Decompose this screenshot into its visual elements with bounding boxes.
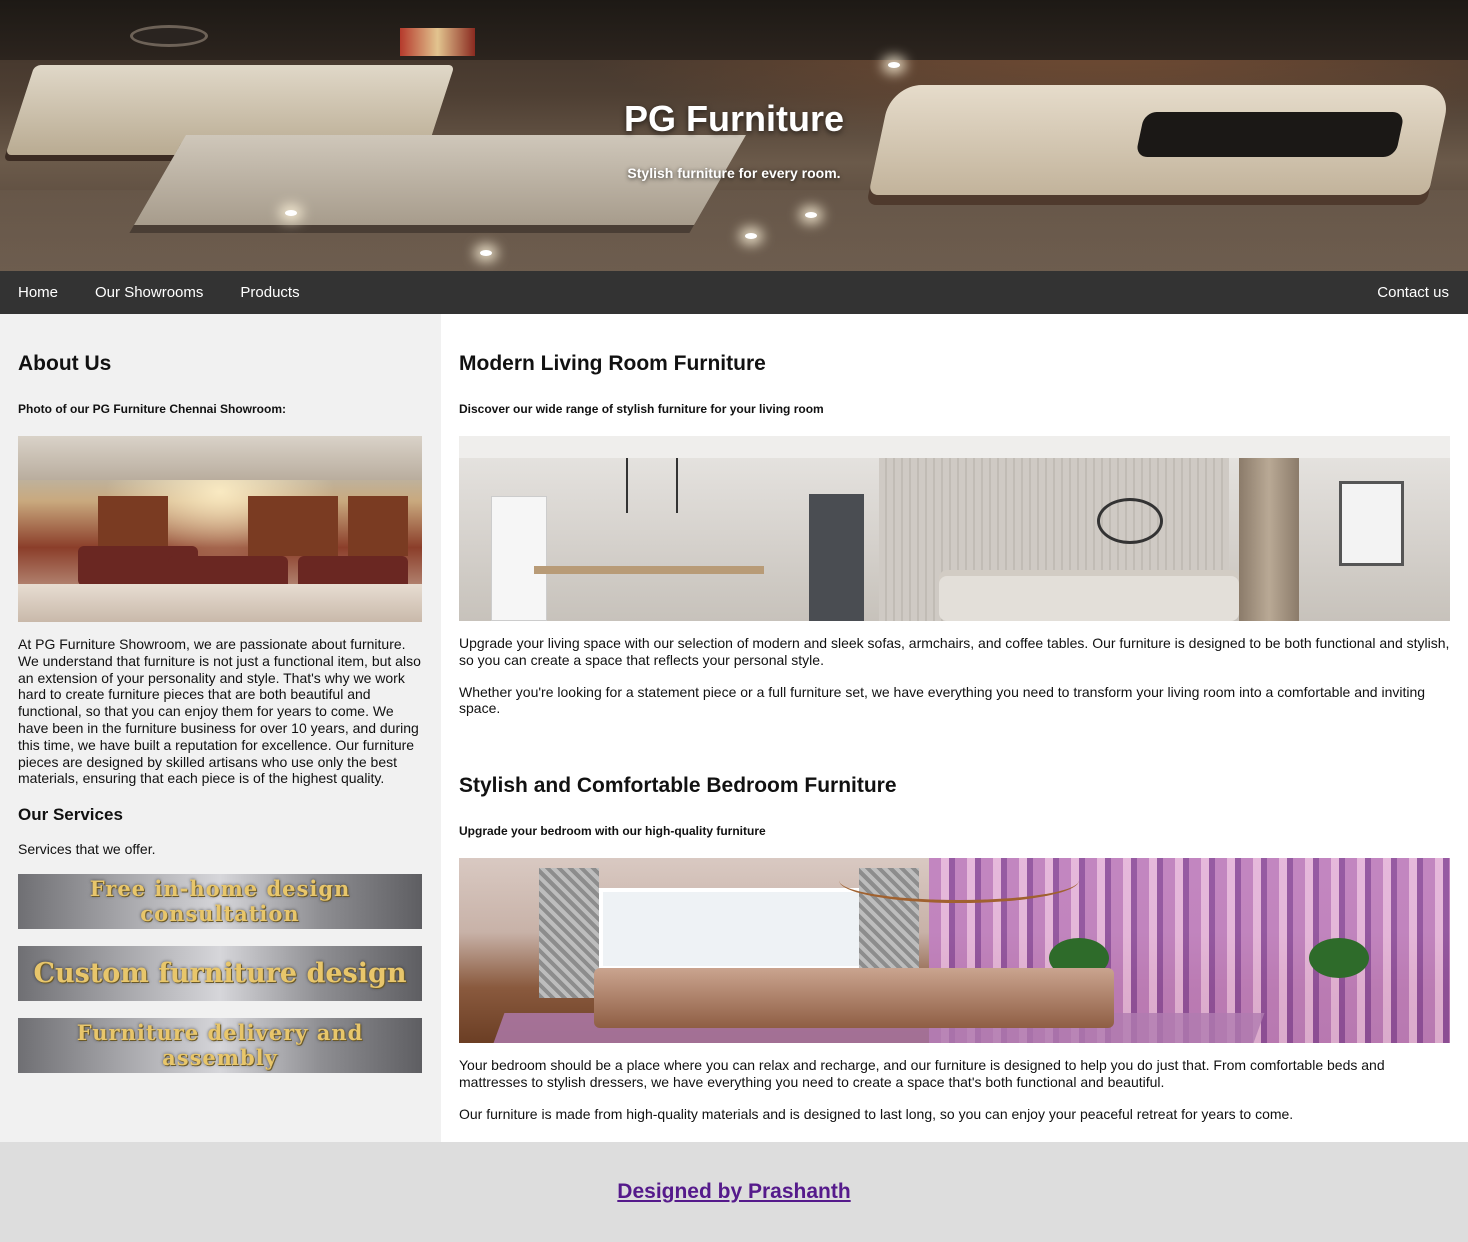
bedroom-heading: Stylish and Comfortable Bedroom Furnitur… — [459, 774, 897, 798]
site-tagline: Stylish furniture for every room. — [627, 165, 841, 181]
hero-ceiling — [0, 0, 1468, 60]
floor-light — [480, 250, 492, 256]
living-paragraph-1: Upgrade your living space with our selec… — [459, 635, 1450, 668]
service-custom-design-banner: Custom furniture design — [18, 945, 422, 1001]
services-intro: Services that we offer. — [18, 841, 156, 858]
nav-link-showrooms[interactable]: Our Showrooms — [95, 284, 203, 301]
living-room-photo — [459, 436, 1450, 621]
floor-light — [285, 210, 297, 216]
main-layout: About Us Photo of our PG Furniture Chenn… — [0, 314, 1468, 1142]
bedroom-paragraph-1: Your bedroom should be a place where you… — [459, 1057, 1385, 1090]
bedroom-paragraph-2: Our furniture is made from high-quality … — [459, 1105, 1294, 1122]
photo-caption: Photo of our PG Furniture Chennai Showro… — [18, 402, 286, 416]
nav-link-products[interactable]: Products — [240, 284, 299, 301]
main-nav: Home Our Showrooms Products Contact us — [0, 271, 1468, 314]
footer: Designed by Prashanth — [0, 1142, 1468, 1242]
about-heading: About Us — [18, 352, 112, 375]
bedroom-subheading: Upgrade your bedroom with our high-quali… — [459, 824, 766, 839]
hero-banner: PG Furniture Stylish furniture for every… — [0, 0, 1468, 271]
service-delivery-banner: Furniture delivery and assembly — [18, 1017, 422, 1073]
living-heading: Modern Living Room Furniture — [459, 352, 766, 375]
bedroom-photo — [459, 858, 1450, 1044]
floor-light — [805, 212, 817, 218]
about-text: At PG Furniture Showroom, we are passion… — [18, 636, 421, 787]
showroom-photo — [18, 436, 422, 622]
nav-link-home[interactable]: Home — [18, 284, 58, 301]
living-subheading: Discover our wide range of stylish furni… — [459, 402, 824, 416]
nav-link-contact[interactable]: Contact us — [1377, 284, 1449, 301]
service-consultation-banner: Free in-home design consultation — [18, 873, 422, 929]
sidebar: About Us Photo of our PG Furniture Chenn… — [0, 314, 441, 1142]
main-content: Modern Living Room Furniture Discover ou… — [441, 314, 1468, 1142]
services-heading: Our Services — [18, 805, 123, 825]
wall-clock-decor — [130, 25, 208, 47]
living-paragraph-2: Whether you're looking for a statement p… — [459, 683, 1426, 717]
designer-credit-link[interactable]: Designed by Prashanth — [617, 1180, 850, 1204]
wall-painting-decor — [400, 28, 475, 56]
floor-light — [745, 233, 757, 239]
ceiling-light — [888, 62, 900, 68]
site-title: PG Furniture — [623, 98, 844, 139]
